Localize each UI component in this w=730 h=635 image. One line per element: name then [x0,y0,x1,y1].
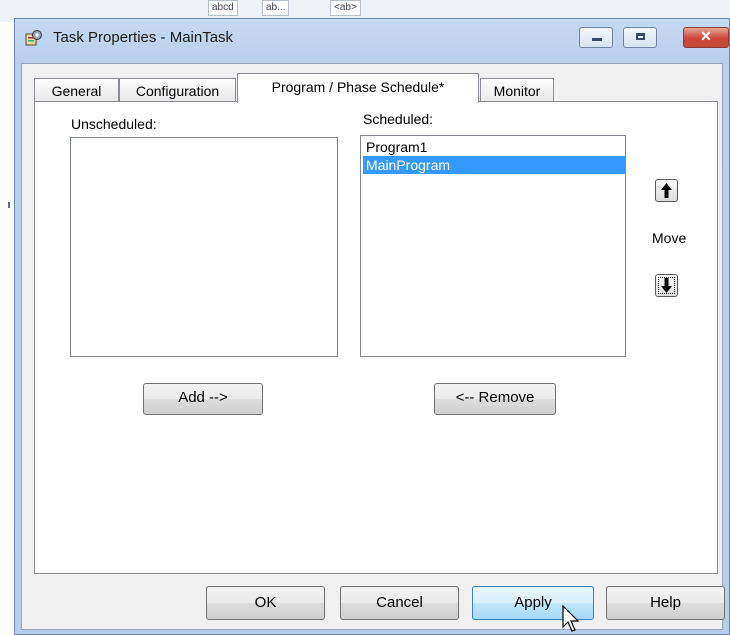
mouse-cursor-icon [562,605,580,632]
maximize-icon [636,33,645,40]
tab-general[interactable]: General [34,78,119,102]
tab-configuration[interactable]: Configuration [119,78,236,102]
window-title: Task Properties - MainTask [53,29,234,46]
move-label: Move [652,230,687,246]
schedule-panel: Unscheduled: Scheduled: Program1 MainPro… [34,101,718,574]
scheduled-label: Scheduled: [363,111,434,127]
cancel-button[interactable]: Cancel [340,586,459,620]
close-button[interactable]: ✕ [683,27,729,48]
minimize-button[interactable] [579,27,613,48]
scheduled-list[interactable]: Program1 MainProgram [360,135,626,357]
unscheduled-list[interactable] [70,137,338,357]
unscheduled-label: Unscheduled: [71,116,157,132]
arrow-down-icon [661,278,672,293]
arrow-up-icon [661,183,672,198]
move-down-button[interactable] [655,274,678,297]
list-item-selected[interactable]: MainProgram [363,156,625,174]
help-button[interactable]: Help [606,586,725,620]
bg-toolbar-item-3: <ab> [330,0,361,16]
add-button[interactable]: Add --> [143,383,263,415]
tab-program-phase-schedule[interactable]: Program / Phase Schedule* [237,73,479,103]
maximize-button[interactable] [623,27,657,48]
background-marker [8,202,10,208]
dialog-body: General Configuration Program / Phase Sc… [21,63,725,630]
remove-button[interactable]: <-- Remove [434,383,556,415]
list-item[interactable]: Program1 [363,138,625,156]
minimize-icon [592,38,602,41]
task-properties-icon [25,29,43,47]
bg-toolbar-item-1: abcd [208,0,238,16]
move-up-button[interactable] [655,179,678,202]
title-bar[interactable]: Task Properties - MainTask ✕ [15,19,729,63]
ok-button[interactable]: OK [206,586,325,620]
task-properties-dialog: Task Properties - MainTask ✕ General Con… [14,18,730,635]
background-app-edge [0,22,15,635]
close-icon: ✕ [700,28,712,44]
bg-toolbar-item-2: ab... [262,0,290,16]
tab-monitor[interactable]: Monitor [480,78,554,102]
